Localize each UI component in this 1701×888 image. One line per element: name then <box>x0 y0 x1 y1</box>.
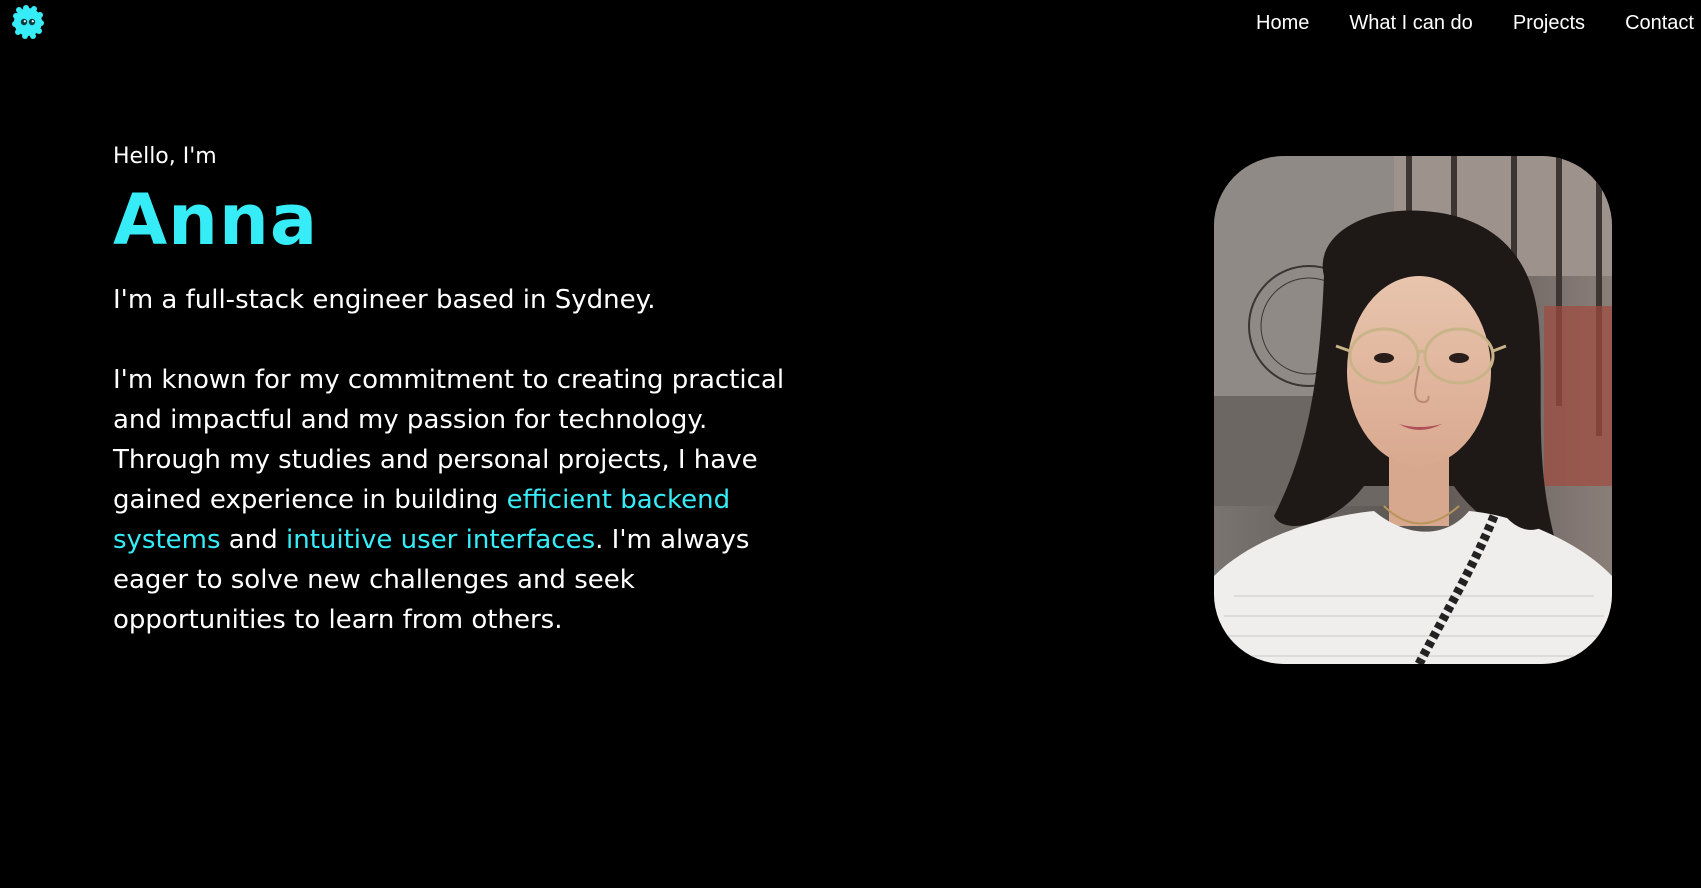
nav-projects-link[interactable]: Projects <box>1513 12 1585 35</box>
fuzzy-creature-logo-icon[interactable] <box>10 4 46 40</box>
hero-intro: Hello, I'm Anna I'm a full-stack enginee… <box>113 142 833 640</box>
bio-highlight-ui[interactable]: intuitive user interfaces <box>286 525 595 555</box>
nav-what-i-can-do-link[interactable]: What I can do <box>1349 12 1472 35</box>
hero-bio: I'm known for my commitment to creating … <box>113 360 813 640</box>
page: Home What I can do Projects Contact Hell… <box>0 0 1701 888</box>
profile-photo <box>1214 156 1612 664</box>
top-nav: Home What I can do Projects Contact <box>1216 10 1701 36</box>
nav-home-link[interactable]: Home <box>1256 12 1309 35</box>
nav-contact-link[interactable]: Contact <box>1625 12 1694 35</box>
bio-text-part-2: and <box>220 525 286 555</box>
hero-name: Anna <box>113 179 319 261</box>
hero-tagline: I'm a full-stack engineer based in Sydne… <box>113 285 656 315</box>
hero-greeting: Hello, I'm <box>113 144 217 169</box>
